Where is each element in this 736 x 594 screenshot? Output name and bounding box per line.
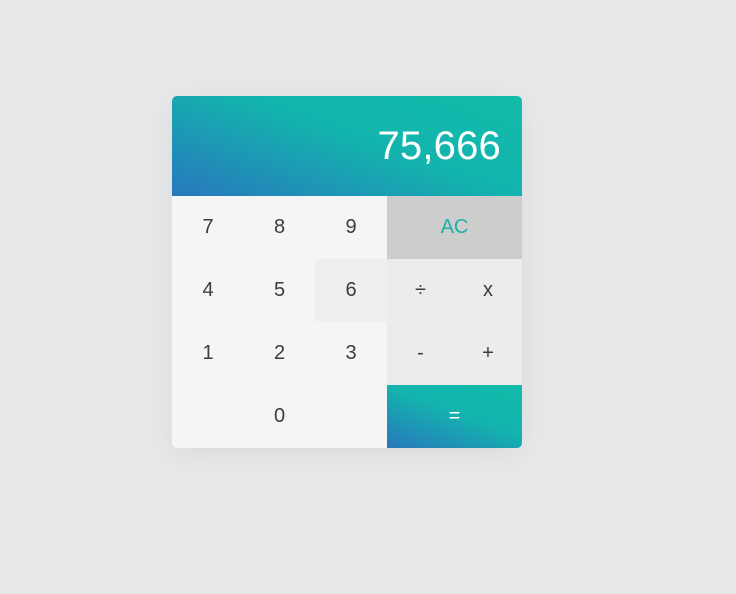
key-3[interactable]: 3	[315, 322, 387, 385]
add-button[interactable]: +	[454, 322, 522, 385]
subtract-button[interactable]: -	[387, 322, 454, 385]
multiply-button[interactable]: x	[454, 259, 522, 322]
key-0[interactable]: 0	[172, 385, 387, 448]
divide-button[interactable]: ÷	[387, 259, 454, 322]
key-6[interactable]: 6	[315, 259, 387, 322]
display-value: 75,666	[377, 124, 501, 168]
calculator: 75,666 7 8 9 AC 4 5 6 ÷ x 1 2 3 - + 0 =	[172, 96, 522, 448]
keypad: 7 8 9 AC 4 5 6 ÷ x 1 2 3 - + 0 =	[172, 196, 522, 448]
calculator-display: 75,666	[172, 96, 522, 196]
equals-button[interactable]: =	[387, 385, 522, 448]
key-1[interactable]: 1	[172, 322, 244, 385]
key-2[interactable]: 2	[244, 322, 315, 385]
key-4[interactable]: 4	[172, 259, 244, 322]
key-8[interactable]: 8	[244, 196, 315, 259]
key-9[interactable]: 9	[315, 196, 387, 259]
key-5[interactable]: 5	[244, 259, 315, 322]
clear-button[interactable]: AC	[387, 196, 522, 259]
key-7[interactable]: 7	[172, 196, 244, 259]
